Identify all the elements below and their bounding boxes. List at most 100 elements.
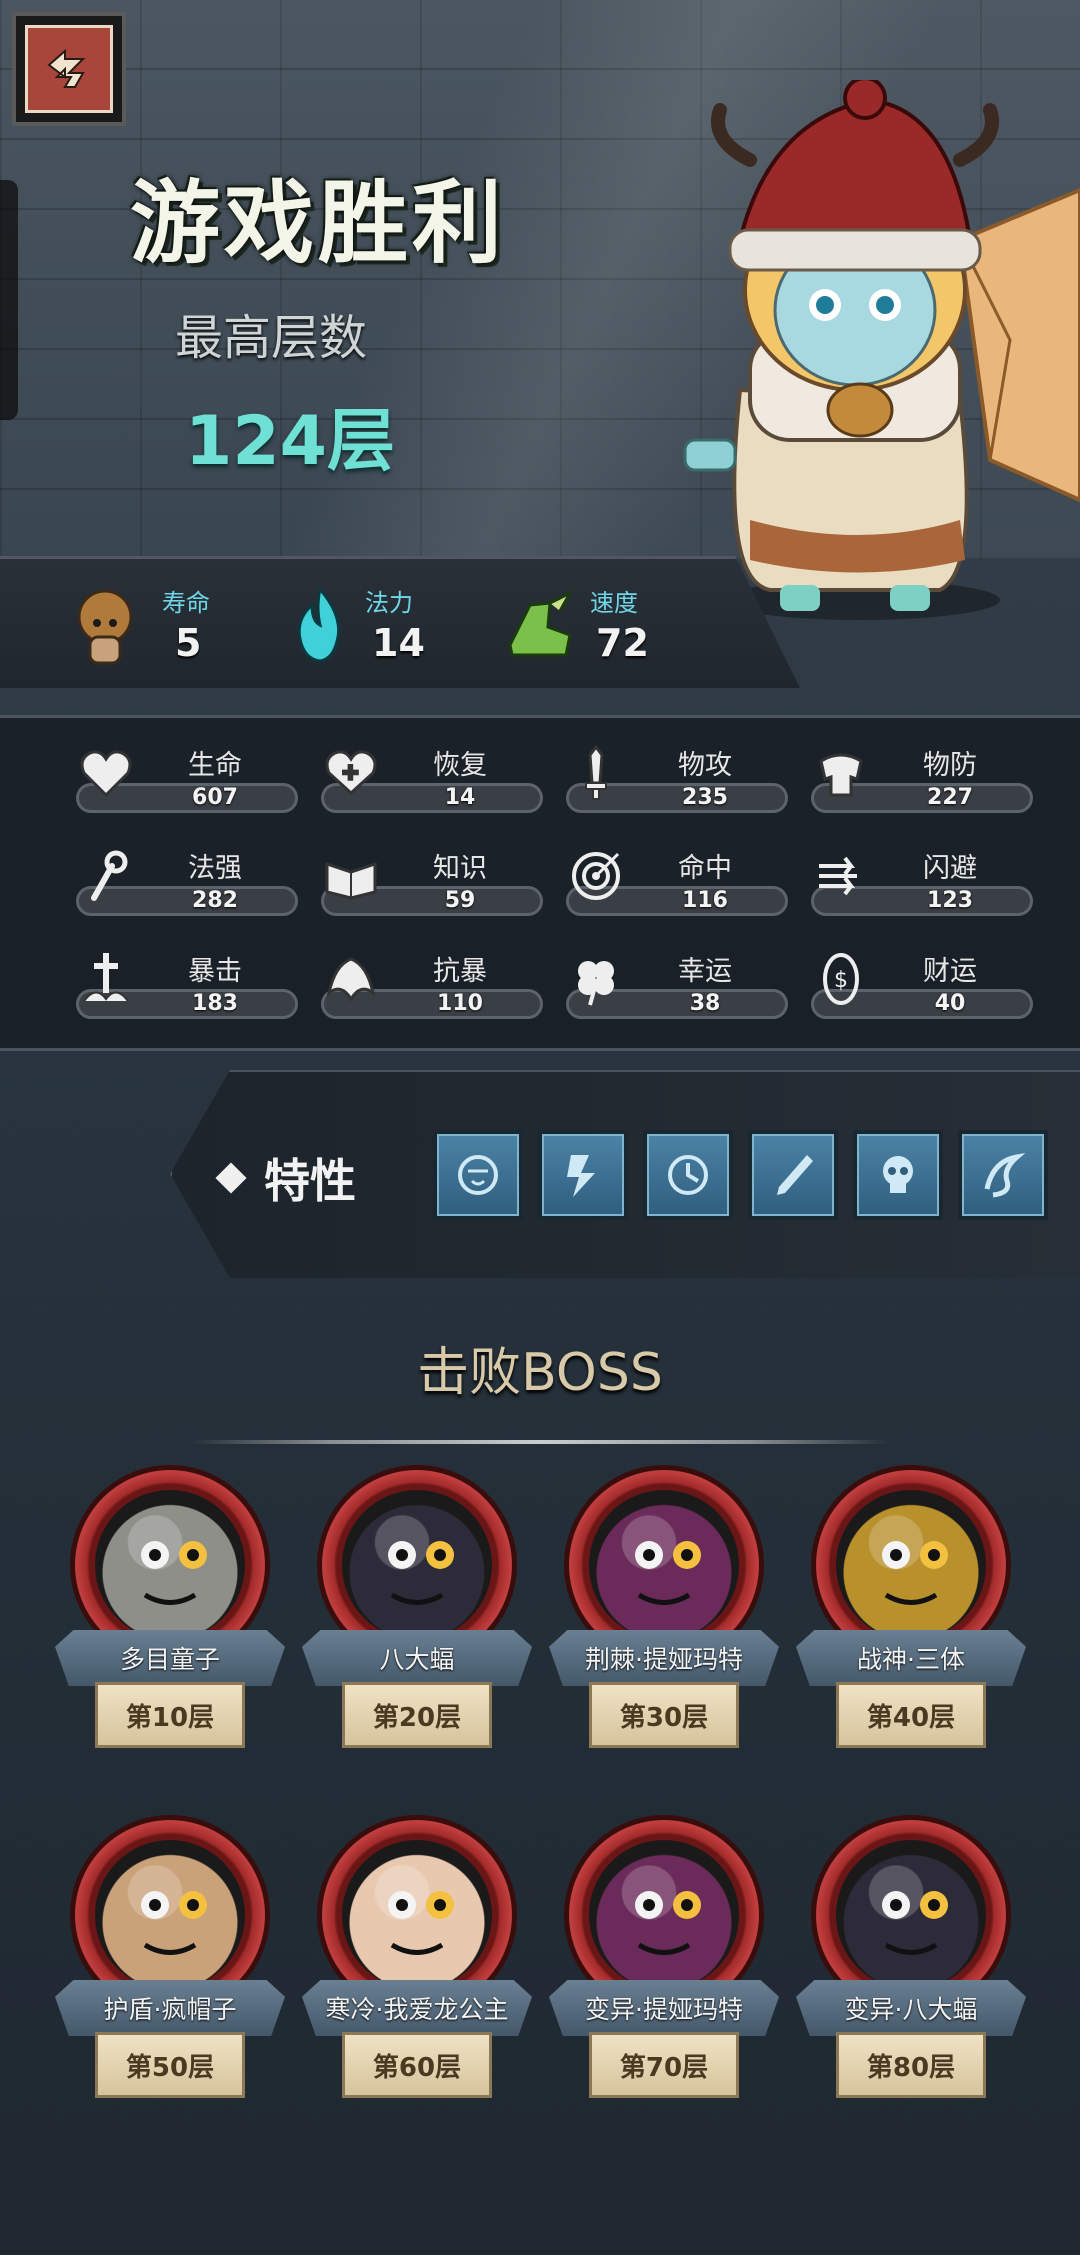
stat-value: 40 (934, 991, 966, 1016)
boss-name-banner: 八大蝠 (302, 1630, 532, 1686)
max-floor-value: 124层 (185, 402, 395, 481)
lifespan-value: 5 (175, 621, 202, 665)
mana-value: 14 (372, 621, 425, 665)
clover-icon (578, 961, 614, 1006)
page-title: 游戏胜利 (130, 171, 506, 276)
stat-lifespan: 寿命 5 (70, 559, 270, 688)
boss-card[interactable]: 寒冷·我爱龙公主第60层 (302, 1820, 532, 2140)
boss-name: 护盾·疯帽子 (103, 1995, 237, 2024)
boss-card[interactable]: 护盾·疯帽子 第50层 (55, 1820, 285, 2140)
stat-armor: 物防 227 (805, 725, 1045, 817)
boss-card[interactable]: 变异·八大蝠 第80层 (796, 1820, 1026, 2140)
stat-coin: $ 财运 40 (805, 931, 1045, 1023)
traits-label-text: 特性 (264, 1154, 356, 1208)
boss-card[interactable]: 荆棘·提娅玛特 第30层 (549, 1470, 779, 1790)
stat-name: 物防 (923, 750, 977, 781)
boss-floor-plaque: 第70层 (589, 2032, 739, 2098)
boss-name: 变异·八大蝠 (844, 1995, 978, 2024)
mask-trait-icon[interactable] (433, 1130, 523, 1220)
stat-heal-heart: 恢复 14 (315, 725, 555, 817)
coin-icon: $ (823, 953, 859, 1005)
svg-text:$: $ (834, 968, 848, 993)
max-floor-label: 最高层数 (175, 310, 368, 366)
stat-heart: 生命 607 (70, 725, 310, 817)
boss-portrait (95, 1490, 245, 1640)
speed-value: 72 (596, 621, 649, 665)
sword-icon (585, 744, 607, 800)
boss-name: 变异·提娅玛特 (585, 1995, 743, 2024)
stat-value: 282 (192, 888, 238, 913)
boss-floor: 第40层 (866, 1702, 956, 1733)
stat-value: 116 (682, 888, 728, 913)
crit-resist-icon (326, 957, 376, 1002)
boss-floor-plaque: 第20层 (342, 1682, 492, 1748)
wave-trait-icon[interactable] (958, 1130, 1048, 1220)
stat-speed: 速度 72 (500, 559, 700, 688)
boss-name: 荆棘·提娅玛特 (585, 1645, 743, 1674)
crit-sword-icon (83, 953, 129, 1002)
target-icon (572, 852, 620, 900)
stat-value: 38 (689, 991, 721, 1016)
boss-name: 多目童子 (119, 1645, 220, 1674)
boss-portrait (342, 1490, 492, 1640)
book-icon (325, 861, 377, 900)
stat-name: 命中 (678, 853, 732, 884)
stat-value: 123 (927, 888, 973, 913)
stat-value: 14 (444, 785, 476, 810)
boss-floor-plaque: 第50层 (95, 2032, 245, 2098)
stat-name: 生命 (188, 750, 242, 781)
defeated-boss-title: 击败BOSS (417, 1343, 663, 1403)
heal-heart-icon (325, 750, 377, 796)
lifespan-head-icon (77, 589, 133, 665)
stat-value: 110 (437, 991, 483, 1016)
boss-portrait (836, 1490, 986, 1640)
mana-flame-icon (297, 585, 341, 663)
stat-name: 物攻 (678, 750, 732, 781)
boss-portrait (95, 1840, 245, 1990)
boss-section-divider (190, 1440, 890, 1444)
boss-card[interactable]: 多目童子 第10层 (55, 1470, 285, 1790)
boss-card[interactable]: 战神·三体第40层 (796, 1470, 1026, 1790)
boss-name-banner: 荆棘·提娅玛特 (549, 1630, 779, 1686)
heart-icon (80, 750, 132, 798)
stat-value: 59 (444, 888, 476, 913)
boss-name-banner: 寒冷·我爱龙公主 (302, 1980, 532, 2036)
boss-name: 八大蝠 (379, 1645, 455, 1674)
skull-trait-icon[interactable] (853, 1130, 943, 1220)
stat-crit-sword: 暴击 183 (70, 931, 310, 1023)
back-button[interactable] (12, 12, 126, 126)
dodge-arrows-icon (819, 856, 857, 896)
boss-name-banner: 多目童子 (55, 1630, 285, 1686)
stat-name: 暴击 (188, 956, 242, 987)
stat-dodge-arrows: 闪避 123 (805, 828, 1045, 920)
stat-name: 知识 (433, 853, 487, 884)
stat-clover: 幸运 38 (560, 931, 800, 1023)
boss-name: 战神·三体 (857, 1645, 965, 1674)
boss-name: 寒冷·我爱龙公主 (325, 1995, 509, 2024)
boss-floor-plaque: 第60层 (342, 2032, 492, 2098)
boss-card[interactable]: 变异·提娅玛特 第70层 (549, 1820, 779, 2140)
stat-name: 幸运 (678, 956, 732, 987)
stat-name: 抗暴 (433, 956, 487, 987)
dagger-trait-icon[interactable] (748, 1130, 838, 1220)
stat-mana: 法力 14 (290, 559, 490, 688)
stat-crit-resist: 抗暴 110 (315, 931, 555, 1023)
lightning-trait-icon[interactable] (538, 1130, 628, 1220)
speed-boot-icon (508, 589, 574, 657)
lifespan-label: 寿命 (162, 589, 210, 617)
boss-floor: 第30层 (619, 1702, 709, 1733)
boss-name-banner: 变异·提娅玛特 (549, 1980, 779, 2036)
boss-floor: 第50层 (125, 2052, 215, 2083)
hero-character-portrait (630, 76, 1080, 620)
boss-floor: 第70层 (619, 2052, 709, 2083)
stat-book: 知识 59 (315, 828, 555, 920)
stat-value: 607 (192, 785, 238, 810)
boss-portrait (589, 1490, 739, 1640)
clock-trait-icon[interactable] (643, 1130, 733, 1220)
stat-value: 183 (192, 991, 238, 1016)
boss-portrait (342, 1840, 492, 1990)
boss-portrait (589, 1840, 739, 1990)
stat-target: 命中 116 (560, 828, 800, 920)
boss-card[interactable]: 八大蝠第20层 (302, 1470, 532, 1790)
stat-magic-staff: 法强 282 (70, 828, 310, 920)
